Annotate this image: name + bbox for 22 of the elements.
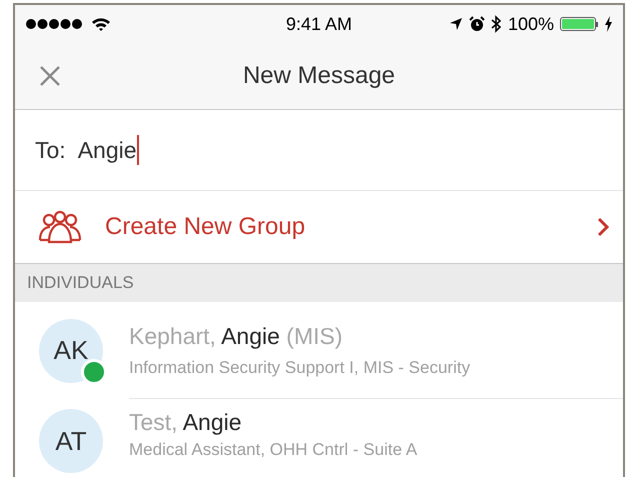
contact-detail: Medical Assistant, OHH Cntrl - Suite A bbox=[129, 440, 418, 460]
contact-name: Kephart, Angie (MIS) bbox=[129, 322, 344, 350]
chevron-right-icon bbox=[597, 217, 609, 237]
battery-icon bbox=[560, 17, 598, 31]
location-arrow-icon bbox=[448, 17, 463, 31]
battery-percentage: 100% bbox=[508, 14, 554, 34]
avatar-initials: AK bbox=[54, 335, 88, 366]
contact-row[interactable]: AK Kephart, Angie (MIS) Information Security Support I, MIS - Security bbox=[15, 302, 623, 399]
people-group-icon bbox=[37, 210, 83, 244]
screen-title: New Message bbox=[242, 62, 396, 90]
contact-detail: Information Security Support I, MIS - Security bbox=[129, 358, 472, 378]
close-icon[interactable] bbox=[39, 65, 61, 87]
alarm-clock-icon bbox=[468, 16, 485, 32]
signal-icon bbox=[25, 18, 85, 30]
wifi-icon bbox=[91, 16, 111, 32]
section-title: INDIVIDUALS bbox=[27, 273, 134, 293]
contact-name: Test, Angie bbox=[129, 409, 243, 436]
status-time: 9:41 AM bbox=[286, 14, 352, 34]
bluetooth-icon bbox=[490, 15, 502, 33]
avatar-initials: AT bbox=[55, 426, 87, 456]
contact-row[interactable]: AT Test, Angie Medical Assistant, OHH Cntrl - Suite A bbox=[15, 399, 623, 477]
recipient-field[interactable]: To: Angie bbox=[15, 110, 623, 191]
